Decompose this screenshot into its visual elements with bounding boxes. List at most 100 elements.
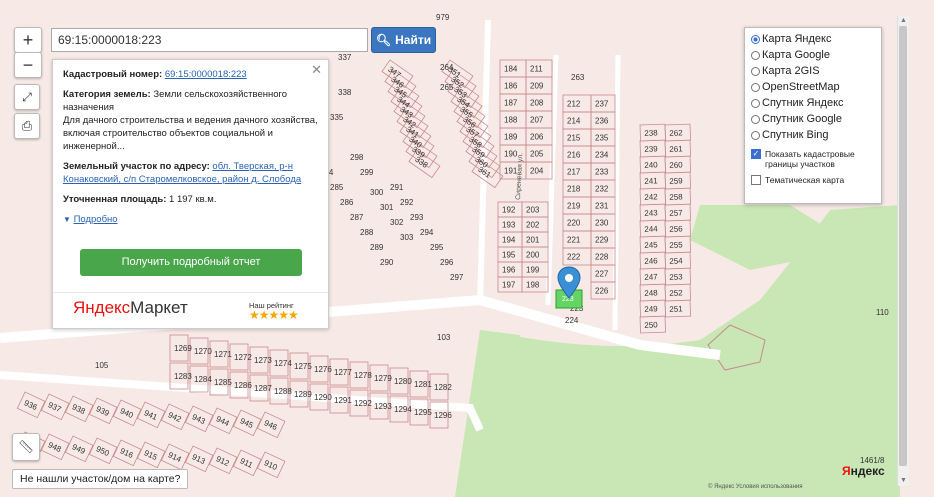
parcel-label: 227 <box>595 270 609 279</box>
parcel-label: 298 <box>350 153 364 162</box>
scrollbar[interactable]: ▲ ▼ <box>897 16 909 486</box>
layer-option[interactable]: OpenStreetMap <box>751 79 875 95</box>
parcel-label: 198 <box>526 281 540 290</box>
parcel-label: 251 <box>669 304 683 313</box>
radio-button[interactable] <box>751 114 760 124</box>
parcel-label: 234 <box>595 151 609 160</box>
printer-icon: ⎙ <box>21 118 33 133</box>
parcel-label: 259 <box>669 176 683 185</box>
radio-button[interactable] <box>751 50 760 60</box>
radio-button[interactable] <box>751 82 760 92</box>
scroll-thumb[interactable] <box>899 26 907 466</box>
not-found-button[interactable]: Не нашли участок/дом на карте? <box>12 469 189 489</box>
thematic-map-checkbox[interactable]: Тематическая карта <box>751 175 875 185</box>
yandex-logo[interactable]: Яндекс <box>842 464 885 478</box>
rating-stars: ★★★★★ <box>249 308 299 322</box>
zoom-out-button[interactable]: − <box>14 52 42 78</box>
parcel-label: 202 <box>526 221 540 230</box>
parcel-label: 1277 <box>334 368 352 377</box>
layer-option[interactable]: Карта 2GIS <box>751 63 875 79</box>
layer-option[interactable]: Спутник Google <box>751 111 875 127</box>
parcel-label: 253 <box>669 272 683 281</box>
report-button[interactable]: Получить подробный отчет <box>80 249 302 276</box>
radio-button[interactable] <box>751 66 760 76</box>
address-label: Земельный участок по адресу: <box>63 161 210 172</box>
parcel-label: 288 <box>360 228 374 237</box>
parcel-label: 291 <box>390 183 404 192</box>
parcel-label: 247 <box>644 272 658 281</box>
radio-button[interactable] <box>751 34 760 44</box>
parcel-label: 1272 <box>234 353 252 362</box>
parcel-label: 1286 <box>234 381 252 390</box>
scroll-down-icon[interactable]: ▼ <box>898 476 909 486</box>
expand-icon: ⤢ <box>22 89 32 104</box>
parcel-label: 1294 <box>394 405 412 414</box>
parcel-label: 1269 <box>174 344 192 353</box>
parcel-label: 1292 <box>354 399 372 408</box>
checkbox[interactable] <box>751 175 761 185</box>
parcel-label: 260 <box>669 160 683 169</box>
parcel-label: 184 <box>504 65 518 74</box>
parcel-label: 200 <box>526 251 540 260</box>
parcel-label: 192 <box>502 206 516 215</box>
copyright[interactable]: © Яндекс Условия использования <box>708 484 803 490</box>
parcel-label: 1295 <box>414 408 432 417</box>
details-link[interactable]: Подробно <box>74 214 118 225</box>
scroll-up-icon[interactable]: ▲ <box>898 16 909 26</box>
parcel-label: 256 <box>669 224 683 233</box>
parcel-label: 1284 <box>194 375 212 384</box>
parcel-label: 297 <box>450 273 464 282</box>
parcel-label: 243 <box>644 208 658 217</box>
parcel-label: 215 <box>567 134 581 143</box>
checkbox[interactable]: ✓ <box>751 149 761 159</box>
parcel-label: 261 <box>669 144 683 153</box>
parcel-label: 226 <box>595 287 609 296</box>
parcel-label: 1275 <box>294 362 312 371</box>
cadastral-number-link[interactable]: 69:15:0000018:223 <box>165 69 247 80</box>
parcel-label: 263 <box>571 73 585 82</box>
parcel-label: 257 <box>669 208 683 217</box>
parcel-label: 1279 <box>374 374 392 383</box>
parcel-label: 338 <box>338 88 352 97</box>
parcel-label: 301 <box>380 203 394 212</box>
radio-button[interactable] <box>751 98 760 108</box>
search-button[interactable]: 🔍︎ Найти <box>371 27 436 53</box>
parcel-label: 1276 <box>314 365 332 374</box>
parcel-label: 201 <box>526 236 540 245</box>
parcel-label: 302 <box>390 218 404 227</box>
parcel-label: 214 <box>567 117 581 126</box>
parcel-label: 194 <box>502 236 516 245</box>
layer-option[interactable]: Карта Google <box>751 47 875 63</box>
area-label: Уточненная площадь: <box>63 194 167 205</box>
parcel-label: 199 <box>526 266 540 275</box>
parcel-label: 250 <box>644 320 658 329</box>
parcel-label: 196 <box>502 266 516 275</box>
parcel-label: 224 <box>565 316 579 325</box>
layer-option[interactable]: Карта Яндекс <box>751 31 875 47</box>
parcel-label: 193 <box>502 221 516 230</box>
parcel-label: 246 <box>644 256 658 265</box>
parcel-label: 190 <box>504 150 518 159</box>
print-button[interactable]: ⎙ <box>14 113 40 139</box>
parcel-label: 303 <box>400 233 414 242</box>
parcel-label: 286 <box>340 198 354 207</box>
search-input[interactable] <box>51 28 368 52</box>
yandex-market-ad[interactable]: ЯндексМаркет Наш рейтинг ★★★★★ <box>53 292 328 329</box>
parcel-label: 235 <box>595 134 609 143</box>
parcel-label: 217 <box>567 168 581 177</box>
road <box>612 54 621 331</box>
parcel-label: 1282 <box>434 383 452 392</box>
parcel-label: 254 <box>669 256 683 265</box>
parcel-label: 233 <box>595 168 609 177</box>
parcel-label: 299 <box>360 168 374 177</box>
fullscreen-button[interactable]: ⤢ <box>14 84 40 110</box>
layer-option[interactable]: Спутник Bing <box>751 127 875 143</box>
radio-button[interactable] <box>751 130 760 140</box>
show-cadastral-checkbox[interactable]: ✓ Показать кадастровые границы участков <box>751 149 875 169</box>
layer-option[interactable]: Спутник Яндекс <box>751 95 875 111</box>
parcel-label: 216 <box>567 151 581 160</box>
parcel-label: 230 <box>595 219 609 228</box>
ruler-button[interactable]: 📏︎ <box>12 433 40 461</box>
close-icon[interactable]: ✕ <box>311 63 322 76</box>
zoom-in-button[interactable]: + <box>14 27 42 53</box>
